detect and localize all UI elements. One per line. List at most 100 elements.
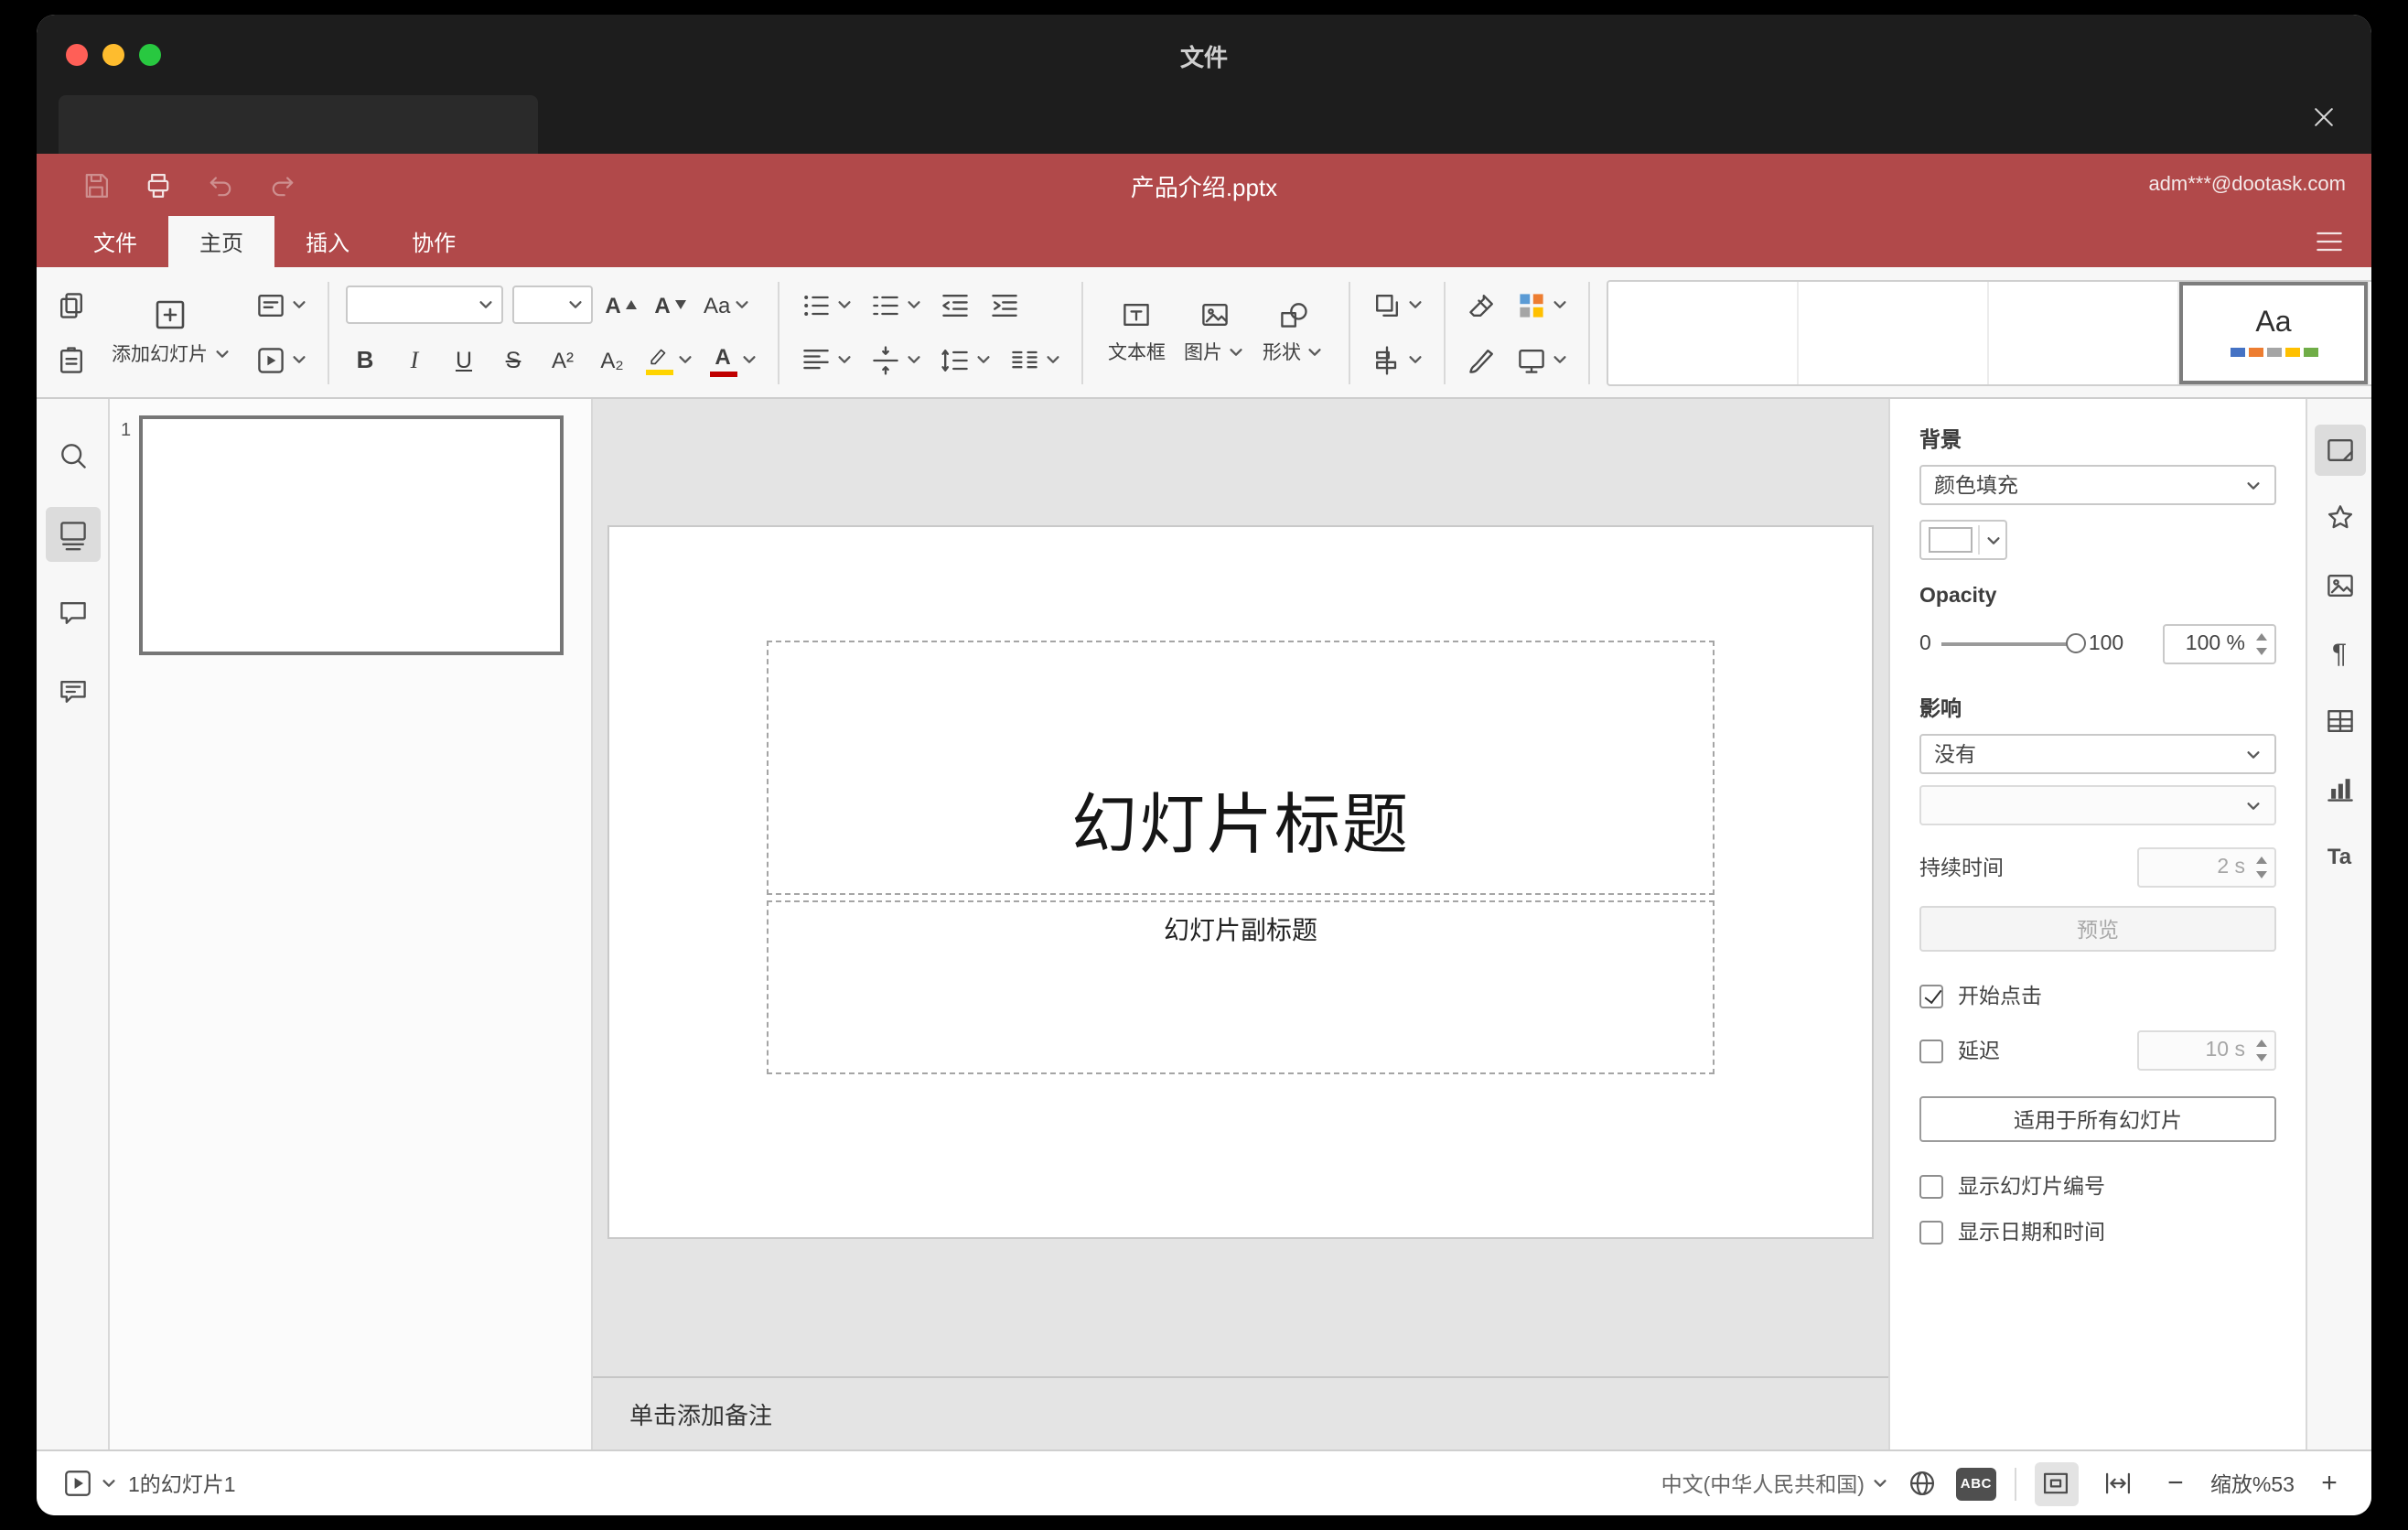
fit-width-icon[interactable] xyxy=(2097,1461,2141,1505)
notes-area[interactable]: 单击添加备注 xyxy=(593,1376,1888,1449)
bullet-list-button[interactable] xyxy=(795,283,855,327)
color-scheme-button[interactable] xyxy=(1511,283,1572,327)
spinner[interactable] xyxy=(2252,857,2269,878)
apply-to-all-button[interactable]: 适用于所有幻灯片 xyxy=(1919,1096,2276,1142)
subscript-button[interactable]: A₂ xyxy=(592,338,632,382)
style-group xyxy=(1462,281,1572,383)
transition-variant-select[interactable] xyxy=(1919,785,2276,825)
chevron-down-icon xyxy=(1228,344,1244,361)
background-fill-select[interactable]: 颜色填充 xyxy=(1919,465,2276,505)
underline-button[interactable]: U xyxy=(444,338,484,382)
theme-option[interactable] xyxy=(1608,281,1799,383)
decrease-font-button[interactable]: A xyxy=(650,283,691,327)
preview-button[interactable]: 预览 xyxy=(1919,906,2276,952)
show-slide-number-row[interactable]: 显示幻灯片编号 xyxy=(1919,1171,2276,1201)
tab-file[interactable]: 文件 xyxy=(62,216,168,267)
copy-style-button[interactable] xyxy=(1462,338,1502,382)
image-settings-icon[interactable] xyxy=(2314,560,2365,611)
theme-option[interactable] xyxy=(1799,281,1989,383)
shape-settings-icon[interactable] xyxy=(2314,492,2365,544)
search-icon[interactable] xyxy=(45,428,100,483)
document-language-icon[interactable] xyxy=(1907,1468,1938,1499)
close-editor-button[interactable] xyxy=(2306,99,2342,135)
duration-input[interactable]: 2 s xyxy=(2137,847,2276,888)
italic-button[interactable]: I xyxy=(394,338,435,382)
font-name-combo[interactable] xyxy=(345,286,502,324)
home-toolbar: 添加幻灯片 A A Aa B I U S A² A₂ A 文本框 图片 形状 A… xyxy=(37,267,2371,399)
undo-icon[interactable] xyxy=(205,169,236,200)
add-slide-button[interactable]: 添加幻灯片 xyxy=(102,275,239,389)
language-selector[interactable]: 中文(中华人民共和国) xyxy=(1661,1469,1888,1498)
slide-layout-button[interactable] xyxy=(250,283,310,327)
theme-option[interactable] xyxy=(1989,281,2179,383)
redo-icon[interactable] xyxy=(267,169,298,200)
spinner[interactable] xyxy=(2252,1040,2269,1061)
tab-insert[interactable]: 插入 xyxy=(274,216,381,267)
textart-settings-icon[interactable]: Ta xyxy=(2314,831,2365,882)
title-placeholder[interactable]: 幻灯片标题 xyxy=(767,641,1715,895)
bold-button[interactable]: B xyxy=(345,338,385,382)
slide-settings-panel: 背景 颜色填充 Opacity 0 100 100 % 影响 没有 持续时间 2… xyxy=(1888,399,2306,1449)
duration-row: 持续时间 2 s xyxy=(1919,847,2276,888)
background-color-swatch[interactable] xyxy=(1919,520,2007,560)
vertical-align-button[interactable] xyxy=(865,338,925,382)
slide-settings-icon[interactable] xyxy=(2314,425,2365,476)
increase-font-button[interactable]: A xyxy=(601,283,641,327)
comments-icon[interactable] xyxy=(45,586,100,641)
strikethrough-button[interactable]: S xyxy=(493,338,533,382)
horizontal-align-button[interactable] xyxy=(795,338,855,382)
columns-button[interactable] xyxy=(1004,338,1064,382)
zoom-out-button[interactable]: − xyxy=(2159,1468,2192,1499)
highlight-color-button[interactable] xyxy=(641,338,696,382)
fit-slide-icon[interactable] xyxy=(2034,1461,2079,1505)
tab-home[interactable]: 主页 xyxy=(168,216,275,267)
delay-input[interactable]: 10 s xyxy=(2137,1030,2276,1071)
chart-settings-icon[interactable] xyxy=(2314,763,2365,814)
feedback-chat-icon[interactable] xyxy=(45,664,100,719)
clear-style-button[interactable] xyxy=(1462,283,1502,327)
start-slideshow-status-button[interactable] xyxy=(62,1468,117,1499)
show-slide-number-checkbox[interactable] xyxy=(1919,1174,1943,1198)
arrange-shape-button[interactable] xyxy=(1367,283,1427,327)
opacity-slider[interactable] xyxy=(1941,633,2087,653)
insert-image-button[interactable]: 图片 xyxy=(1175,275,1253,389)
slides-panel-icon[interactable] xyxy=(45,507,100,562)
spinner[interactable] xyxy=(2252,633,2269,655)
spellcheck-icon[interactable]: ABC xyxy=(1955,1467,1996,1500)
copy-button[interactable] xyxy=(51,283,91,327)
subtitle-placeholder[interactable]: 幻灯片副标题 xyxy=(767,900,1715,1074)
print-icon[interactable] xyxy=(143,169,174,200)
start-slideshow-button[interactable] xyxy=(250,338,310,382)
delay-checkbox[interactable] xyxy=(1919,1039,1943,1062)
font-color-button[interactable]: A xyxy=(705,338,760,382)
slide[interactable]: 幻灯片标题 幻灯片副标题 xyxy=(609,527,1872,1237)
decrease-indent-button[interactable] xyxy=(934,283,974,327)
hamburger-menu-icon[interactable] xyxy=(2313,216,2346,267)
slide-size-button[interactable] xyxy=(1511,338,1572,382)
opacity-slider-knob[interactable] xyxy=(2066,633,2087,653)
superscript-button[interactable]: A² xyxy=(543,338,583,382)
show-date-time-checkbox[interactable] xyxy=(1919,1220,1943,1244)
show-date-time-row[interactable]: 显示日期和时间 xyxy=(1919,1217,2276,1246)
paste-button[interactable] xyxy=(51,338,91,382)
paragraph-settings-icon[interactable]: ¶ xyxy=(2314,628,2365,679)
align-shape-button[interactable] xyxy=(1367,338,1427,382)
start-on-click-row[interactable]: 开始点击 xyxy=(1919,981,2276,1010)
slide-thumbnail[interactable] xyxy=(139,415,564,655)
font-size-combo[interactable] xyxy=(511,286,592,324)
numbered-list-button[interactable] xyxy=(865,283,925,327)
save-icon[interactable] xyxy=(81,169,112,200)
zoom-in-button[interactable]: + xyxy=(2313,1468,2346,1499)
line-spacing-button[interactable] xyxy=(934,338,994,382)
change-case-button[interactable]: Aa xyxy=(700,283,754,327)
start-on-click-checkbox[interactable] xyxy=(1919,984,1943,1007)
delay-toggle[interactable]: 延迟 xyxy=(1919,1036,2000,1065)
tab-collaboration[interactable]: 协作 xyxy=(381,216,487,267)
insert-shape-button[interactable]: 形状 xyxy=(1253,275,1332,389)
insert-textbox-button[interactable]: 文本框 xyxy=(1099,275,1175,389)
theme-option-selected[interactable]: Aa xyxy=(2179,281,2370,383)
transition-effect-select[interactable]: 没有 xyxy=(1919,734,2276,774)
table-settings-icon[interactable] xyxy=(2314,695,2365,747)
opacity-input[interactable]: 100 % xyxy=(2163,624,2276,664)
increase-indent-button[interactable] xyxy=(984,283,1024,327)
